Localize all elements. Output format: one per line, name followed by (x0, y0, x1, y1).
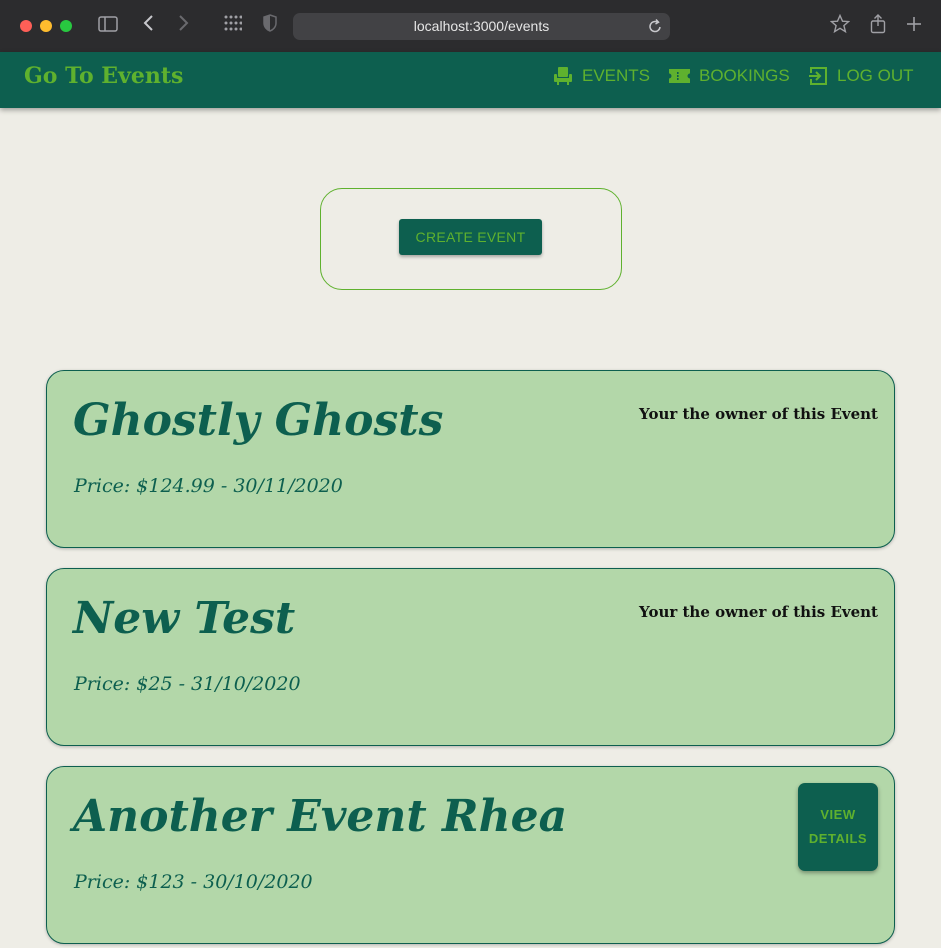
ticket-icon (669, 69, 690, 83)
browser-toolbar: localhost:3000/events (0, 0, 941, 52)
tab-overview-icon[interactable] (223, 14, 243, 38)
privacy-shield-icon[interactable] (262, 14, 278, 38)
event-price-date: Price: $123 - 30/10/2020 (74, 871, 313, 893)
view-details-button[interactable]: VIEW DETAILS (798, 783, 878, 871)
nav-logout-link[interactable]: LOG OUT (808, 64, 914, 88)
nav-bookings-label: BOOKINGS (699, 66, 790, 85)
event-owner-note: Your the owner of this Event (639, 405, 878, 423)
nav-events-link[interactable]: EVENTS (553, 64, 650, 88)
bookmark-star-icon[interactable] (829, 13, 851, 38)
main-navbar: Go To Events EVENTS BOOKINGS LOG OUT (0, 52, 941, 108)
event-title: Another Event Rhea (73, 791, 568, 842)
reload-icon[interactable] (648, 18, 664, 34)
create-event-button[interactable]: CREATE EVENT (399, 219, 542, 255)
share-icon[interactable] (868, 14, 888, 38)
sidebar-toggle-icon[interactable] (97, 14, 119, 38)
forward-icon[interactable] (176, 14, 192, 38)
event-price-date: Price: $124.99 - 30/11/2020 (74, 475, 343, 497)
nav-bookings-link[interactable]: BOOKINGS (669, 64, 790, 88)
event-owner-note: Your the owner of this Event (639, 603, 878, 621)
nav-events-label: EVENTS (582, 66, 651, 85)
brand-logo-link[interactable]: Go To Events (24, 52, 183, 100)
nav-logout-label: LOG OUT (837, 66, 914, 85)
address-bar[interactable]: localhost:3000/events (293, 13, 670, 40)
back-icon[interactable] (140, 14, 156, 38)
minimize-window-button[interactable] (40, 20, 52, 32)
event-card: New Test Price: $25 - 31/10/2020 Your th… (46, 568, 895, 746)
event-card: Ghostly Ghosts Price: $124.99 - 30/11/20… (46, 370, 895, 548)
address-url[interactable]: localhost:3000/events (293, 13, 670, 40)
new-tab-icon[interactable] (904, 14, 924, 38)
event-card: Another Event Rhea Price: $123 - 30/10/2… (46, 766, 895, 944)
maximize-window-button[interactable] (60, 20, 72, 32)
event-price-date: Price: $25 - 31/10/2020 (74, 673, 301, 695)
logout-icon (809, 67, 827, 85)
event-title: New Test (73, 593, 296, 644)
event-title: Ghostly Ghosts (73, 395, 444, 446)
armchair-icon (554, 67, 572, 85)
close-window-button[interactable] (20, 20, 32, 32)
